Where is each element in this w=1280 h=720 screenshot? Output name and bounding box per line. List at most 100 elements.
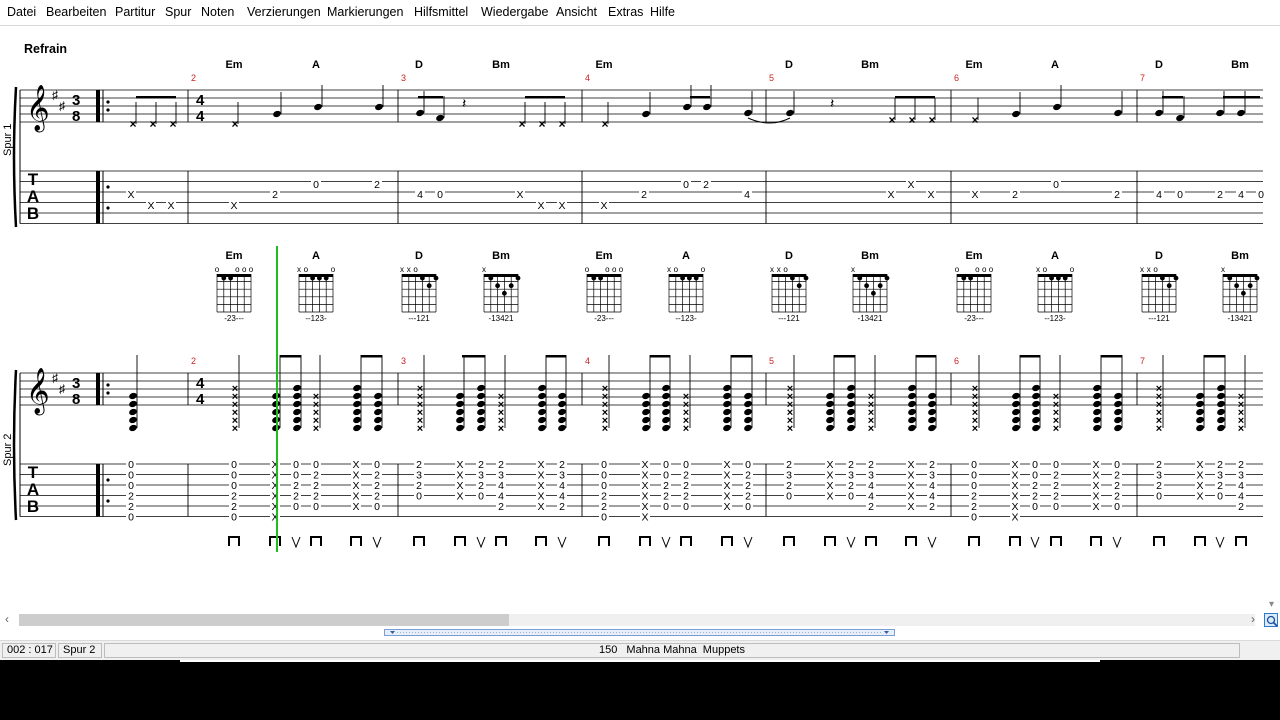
note-head: [786, 109, 794, 117]
system-track-1: 𝄞 ♯♯ 38TAB2 3 4 5 6 744× × × × × × × × × × × ×𝄽 𝄽XX X X20 24 0 X…: [12, 73, 1265, 228]
note-head: [662, 384, 670, 392]
zoom-icon[interactable]: [1264, 613, 1278, 627]
note-head: [477, 408, 485, 416]
note-head: [1114, 400, 1122, 408]
note-head-x: ×: [928, 113, 935, 127]
tab-number: 0: [601, 512, 607, 524]
chord-open-marker: x: [407, 265, 411, 274]
downstroke-icon: [680, 536, 692, 546]
note-head-x: ×: [868, 391, 874, 403]
note-head: [1032, 384, 1040, 392]
tab-number: 0: [1177, 189, 1183, 201]
note-head: [477, 384, 485, 392]
time-sig-top: 3: [72, 92, 80, 109]
note-head: [1114, 109, 1122, 117]
repeat-dot: [106, 499, 110, 503]
horizontal-scrollbar[interactable]: ‹ ›: [0, 612, 1265, 628]
menu-verzierungen[interactable]: Verzierungen: [247, 5, 321, 19]
note-head: [723, 416, 731, 424]
menu-hilfsmittel[interactable]: Hilfsmittel: [414, 5, 468, 19]
time-sig-bottom: 4: [196, 108, 205, 125]
note-head: [744, 400, 752, 408]
tab-number: 2: [374, 179, 380, 191]
menu-datei[interactable]: Datei: [7, 5, 36, 19]
time-sig-bottom: 8: [72, 108, 80, 125]
score-canvas[interactable]: Refrain Spur 1 Spur 2 Em A D Bm Em D Bm Em A D Bm …: [0, 26, 1265, 612]
tab-number: 0: [478, 491, 484, 503]
vertical-scrollbar[interactable]: ▾: [1266, 26, 1280, 612]
tab-number: 4: [744, 189, 750, 201]
chord-open-marker: o: [249, 265, 254, 274]
note-head: [456, 400, 464, 408]
chord-finger-dot: [871, 290, 876, 296]
scroll-thumb[interactable]: [19, 614, 509, 626]
note-head: [1114, 424, 1122, 432]
chord-open-marker: o: [955, 265, 960, 274]
track-label-2[interactable]: Spur 2: [2, 434, 14, 466]
menu-hilfe[interactable]: Hilfe: [650, 5, 675, 19]
note-beam: [280, 355, 301, 358]
note-head: [374, 400, 382, 408]
downstroke-icon: [269, 536, 281, 546]
tab-number: 2: [703, 179, 709, 191]
menu-wiedergabe[interactable]: Wiedergabe: [481, 5, 548, 19]
menu-partitur[interactable]: Partitur: [115, 5, 155, 19]
repeat-thick-bar: [96, 464, 100, 517]
track-overview-bar[interactable]: [384, 629, 895, 636]
scroll-left-icon[interactable]: ‹: [5, 612, 9, 626]
chord-name: Em: [225, 59, 242, 71]
tab-number: X: [167, 200, 174, 212]
chord-finger-dot: [1160, 275, 1165, 281]
chord-name: D: [1155, 250, 1163, 262]
menu-spur[interactable]: Spur: [165, 5, 191, 19]
tab-number: 0: [745, 501, 751, 513]
tab-number: 2: [559, 501, 565, 513]
chord-finger-dot: [884, 275, 890, 281]
note-head: [826, 416, 834, 424]
downstroke-icon: [535, 536, 547, 546]
note-head: [662, 392, 670, 400]
chord-open-marker: o: [674, 265, 679, 274]
note-head: [662, 424, 670, 432]
note-head-x: ×: [538, 117, 545, 131]
note-head: [456, 424, 464, 432]
track-label-1[interactable]: Spur 1: [2, 124, 14, 156]
note-head: [847, 384, 855, 392]
chord-nut: [402, 274, 436, 277]
note-head-x: ×: [232, 383, 238, 395]
note-head: [293, 424, 301, 432]
score-view[interactable]: Refrain Spur 1 Spur 2 Em A D Bm Em D Bm Em A D Bm …: [0, 26, 1265, 612]
tab-number: 0: [1053, 179, 1059, 191]
menubar: Datei Bearbeiten Partitur Spur Noten Ver…: [0, 0, 1280, 26]
scroll-down-icon[interactable]: ▾: [1269, 599, 1274, 610]
menu-markierungen[interactable]: Markierungen: [327, 5, 403, 19]
tab-number: 0: [231, 512, 237, 524]
sharp-icon: ♯: [59, 382, 65, 396]
menu-ansicht[interactable]: Ansicht: [556, 5, 597, 19]
chord-finger-dot: [598, 275, 603, 281]
note-head: [847, 416, 855, 424]
menu-bearbeiten[interactable]: Bearbeiten: [46, 5, 106, 19]
chord-open-marker: o: [605, 265, 610, 274]
tab-number: 0: [313, 501, 319, 513]
note-head: [662, 408, 670, 416]
scroll-right-icon[interactable]: ›: [1251, 612, 1255, 626]
chord-name: D: [415, 59, 423, 71]
upstroke-icon: [661, 536, 671, 549]
menu-extras[interactable]: Extras: [608, 5, 643, 19]
menu-noten[interactable]: Noten: [201, 5, 234, 19]
note-head: [744, 408, 752, 416]
note-head: [642, 408, 650, 416]
note-beam: [895, 96, 935, 99]
chord-finger-dot: [502, 290, 507, 296]
bar-number: 6: [954, 73, 959, 83]
note-head: [1196, 392, 1204, 400]
note-head: [1012, 408, 1020, 416]
downstroke-icon: [1009, 536, 1021, 546]
note-beam: [546, 355, 566, 358]
repeat-dot: [106, 206, 110, 210]
treble-clef-icon: 𝄞: [26, 368, 50, 416]
repeat-dot: [106, 100, 110, 104]
tab-number: X: [230, 200, 237, 212]
chord-open-marker: o: [1153, 265, 1158, 274]
